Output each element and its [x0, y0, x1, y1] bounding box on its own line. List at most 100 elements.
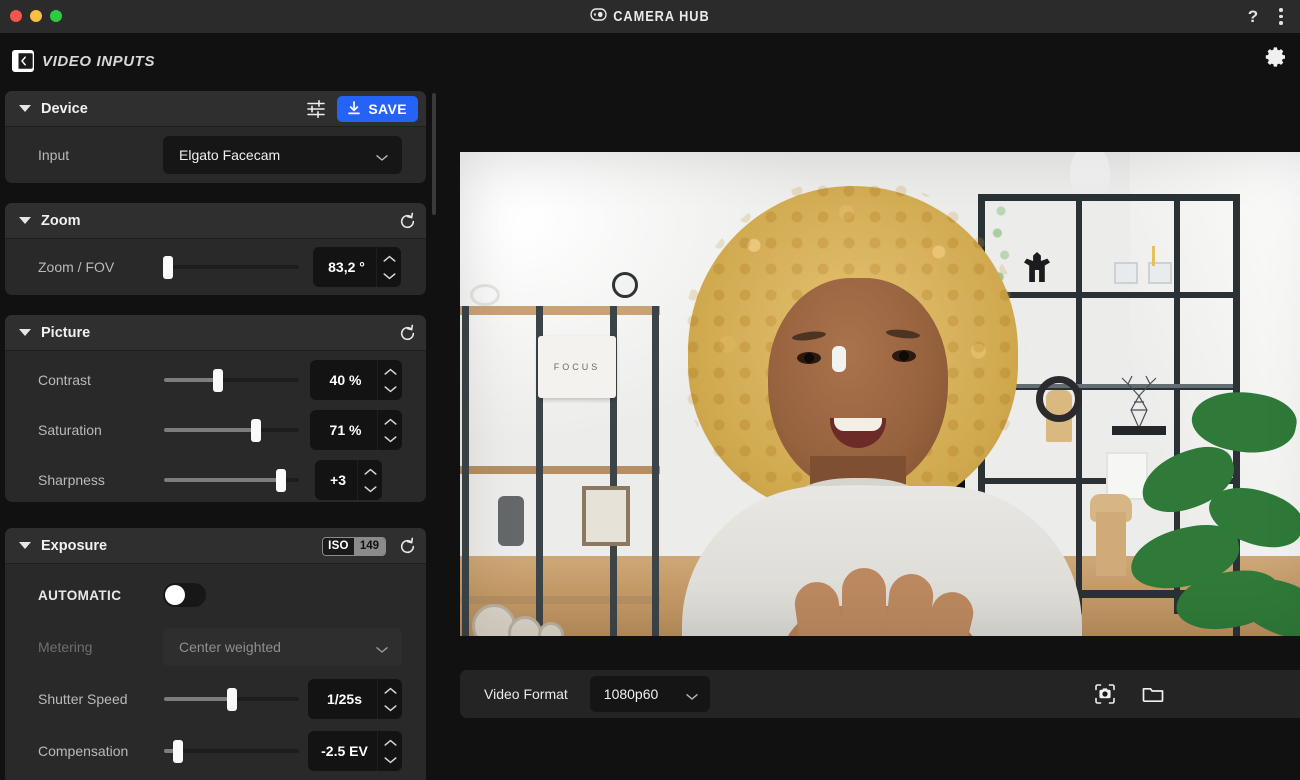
panel-device-body: Input Elgato Facecam [5, 127, 426, 183]
stepper-down-icon[interactable] [383, 435, 397, 443]
stepper-down-icon[interactable] [383, 704, 397, 712]
row-sharpness: Sharpness +3 [5, 455, 426, 502]
download-icon [346, 100, 362, 119]
reset-icon[interactable] [396, 322, 418, 344]
slider-fill [164, 697, 232, 701]
shutter-speed-numberbox[interactable]: 1/25s [308, 679, 402, 719]
shutter-speed-slider[interactable] [164, 679, 299, 719]
stepper-down-icon[interactable] [383, 756, 397, 764]
stepper-up-icon[interactable] [382, 255, 396, 263]
panel-exposure-body: AUTOMATIC Metering Center weighted Shutt… [5, 569, 426, 780]
scene-picture-frame [582, 486, 630, 546]
sidebar-scroll-area: Device SAVE Input Elgato Facecam Zoom Zo… [0, 86, 440, 780]
scene-focus-lightbox: FOCUS [538, 336, 616, 398]
caret-down-icon[interactable] [19, 329, 31, 336]
iso-badge[interactable]: ISO 149 [322, 536, 386, 556]
caret-down-icon[interactable] [19, 542, 31, 549]
sliders-icon[interactable] [305, 98, 327, 120]
minimize-window-button[interactable] [30, 10, 42, 22]
caret-down-icon[interactable] [19, 217, 31, 224]
slider-track [164, 749, 299, 753]
video-format-select[interactable]: 1080p60 [589, 676, 710, 712]
maximize-window-button[interactable] [50, 10, 62, 22]
scene-clock [612, 272, 638, 298]
contrast-numberbox[interactable]: 40 % [310, 360, 402, 400]
folder-icon[interactable] [1138, 679, 1168, 709]
iso-value: 149 [353, 537, 385, 555]
zoom-fov-label: Zoom / FOV [38, 259, 115, 275]
camera-preview[interactable]: FOCUS [460, 152, 1300, 636]
help-button[interactable]: ? [1240, 4, 1266, 30]
zoom-fov-value: 83,2 ° [328, 259, 365, 275]
scene-earbud [832, 346, 846, 372]
panel-exposure-header: Exposure ISO 149 [5, 528, 426, 564]
contrast-stepper[interactable] [377, 360, 402, 400]
stepper-up-icon[interactable] [383, 368, 397, 376]
compensation-numberbox[interactable]: -2.5 EV [308, 731, 402, 771]
shutter-speed-value: 1/25s [326, 691, 363, 707]
reset-icon[interactable] [396, 210, 418, 232]
snapshot-icon[interactable] [1090, 679, 1120, 709]
save-button[interactable]: SAVE [337, 96, 418, 122]
panel-device: Device SAVE Input Elgato Facecam [5, 91, 426, 183]
compensation-stepper[interactable] [377, 731, 402, 771]
scene-person [660, 178, 1090, 636]
slider-track [164, 265, 299, 269]
toggle-knob [165, 585, 185, 605]
collapse-sidebar-icon[interactable] [12, 50, 34, 72]
slider-handle[interactable] [172, 740, 183, 763]
compensation-value: -2.5 EV [321, 743, 368, 759]
zoom-fov-slider[interactable] [163, 247, 299, 287]
zoom-fov-numberbox[interactable]: 83,2 ° [313, 247, 401, 287]
camera-preview-frame: FOCUS [460, 152, 1300, 636]
scene-plant [1125, 383, 1300, 636]
stepper-up-icon[interactable] [383, 418, 397, 426]
scene-person-hand [780, 568, 990, 636]
slider-handle[interactable] [276, 469, 287, 492]
shutter-speed-stepper[interactable] [377, 679, 402, 719]
scene-speaker [498, 496, 524, 546]
stepper-down-icon[interactable] [363, 485, 377, 493]
metering-label: Metering [38, 639, 93, 655]
video-format-value: 1080p60 [603, 686, 659, 702]
sharpness-stepper[interactable] [357, 460, 382, 500]
titlebar-actions: ? [1240, 0, 1294, 33]
reset-icon[interactable] [396, 535, 418, 557]
scene-ring-light [470, 284, 500, 306]
stepper-up-icon[interactable] [383, 687, 397, 695]
panel-zoom-body: Zoom / FOV 83,2 ° [5, 239, 426, 295]
stepper-up-icon[interactable] [363, 468, 377, 476]
automatic-toggle[interactable] [163, 583, 206, 607]
contrast-slider[interactable] [164, 360, 299, 400]
input-select-value: Elgato Facecam [179, 147, 281, 163]
shutter-speed-label: Shutter Speed [38, 691, 128, 707]
camera-icon [590, 8, 607, 25]
slider-handle[interactable] [163, 256, 174, 279]
row-shutter-speed: Shutter Speed 1/25s [5, 673, 426, 725]
slider-handle[interactable] [250, 419, 261, 442]
title-bar: CAMERA HUB ? [0, 0, 1300, 33]
stepper-down-icon[interactable] [383, 385, 397, 393]
sharpness-slider[interactable] [164, 460, 299, 500]
automatic-label: AUTOMATIC [38, 587, 122, 603]
input-select[interactable]: Elgato Facecam [163, 136, 402, 174]
sharpness-label: Sharpness [38, 472, 105, 488]
gear-icon[interactable] [1260, 41, 1292, 73]
caret-down-icon[interactable] [19, 105, 31, 112]
zoom-fov-stepper[interactable] [376, 247, 401, 287]
kebab-menu-icon[interactable] [1268, 4, 1294, 30]
sharpness-numberbox[interactable]: +3 [315, 460, 382, 500]
sidebar-scrollbar[interactable] [432, 93, 436, 215]
compensation-slider[interactable] [164, 731, 299, 771]
stepper-down-icon[interactable] [382, 272, 396, 280]
stepper-up-icon[interactable] [383, 739, 397, 747]
metering-select[interactable]: Center weighted [163, 628, 402, 666]
chevron-down-icon [376, 149, 388, 167]
saturation-slider[interactable] [164, 410, 299, 450]
contrast-label: Contrast [38, 372, 91, 388]
slider-handle[interactable] [213, 369, 223, 392]
saturation-stepper[interactable] [377, 410, 402, 450]
saturation-numberbox[interactable]: 71 % [310, 410, 402, 450]
slider-handle[interactable] [226, 688, 237, 711]
close-window-button[interactable] [10, 10, 22, 22]
